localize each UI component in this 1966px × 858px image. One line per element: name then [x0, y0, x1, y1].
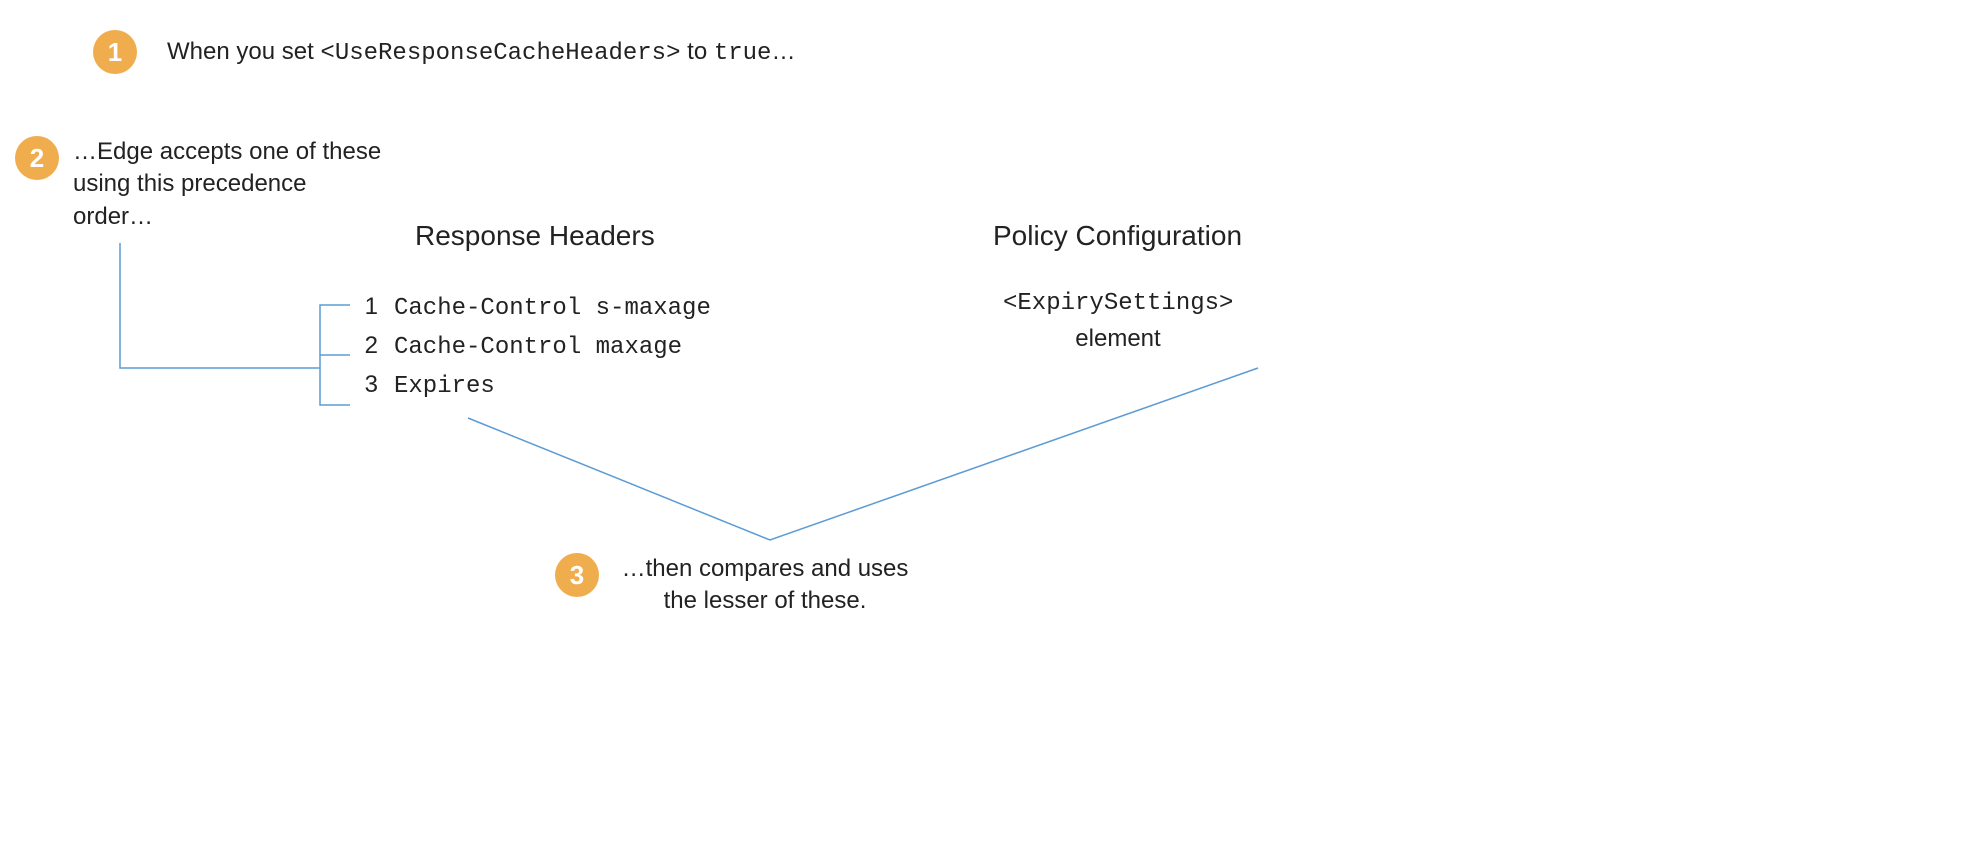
policy-element-word: element: [1003, 325, 1233, 353]
header-row-1: 1 Cache-Control s-maxage: [360, 293, 711, 322]
header-row-1-num: 1: [360, 293, 378, 321]
response-headers-list: 1 Cache-Control s-maxage 2 Cache-Control…: [360, 293, 711, 400]
header-row-3: 3 Expires: [360, 371, 711, 400]
header-row-1-label: Cache-Control s-maxage: [394, 295, 711, 322]
step-1-code-val: true: [714, 40, 772, 67]
step-2-text: …Edge accepts one of these using this pr…: [73, 136, 393, 233]
step-3: 3 …then compares and uses the lesser of …: [555, 553, 915, 618]
step-1-text: When you set <UseResponseCacheHeaders> t…: [167, 38, 795, 67]
step-2: 2 …Edge accepts one of these using this …: [15, 136, 393, 233]
step-1-mid: to: [680, 38, 713, 65]
policy-config-box: <ExpirySettings> element: [1003, 290, 1233, 353]
badge-3: 3: [555, 553, 599, 597]
header-row-2-label: Cache-Control maxage: [394, 334, 682, 361]
step-1: 1 When you set <UseResponseCacheHeaders>…: [93, 30, 795, 74]
header-row-2: 2 Cache-Control maxage: [360, 332, 711, 361]
heading-policy-configuration: Policy Configuration: [993, 220, 1242, 252]
badge-2: 2: [15, 136, 59, 180]
badge-1: 1: [93, 30, 137, 74]
step-1-code-tag: <UseResponseCacheHeaders>: [320, 40, 680, 67]
step-1-prefix: When you set: [167, 38, 320, 65]
header-row-3-label: Expires: [394, 373, 495, 400]
step-3-text: …then compares and uses the lesser of th…: [615, 553, 915, 618]
header-row-3-num: 3: [360, 371, 378, 399]
step-1-suffix: …: [771, 38, 795, 65]
header-row-2-num: 2: [360, 332, 378, 360]
heading-response-headers: Response Headers: [415, 220, 655, 252]
policy-tag: <ExpirySettings>: [1003, 290, 1233, 317]
